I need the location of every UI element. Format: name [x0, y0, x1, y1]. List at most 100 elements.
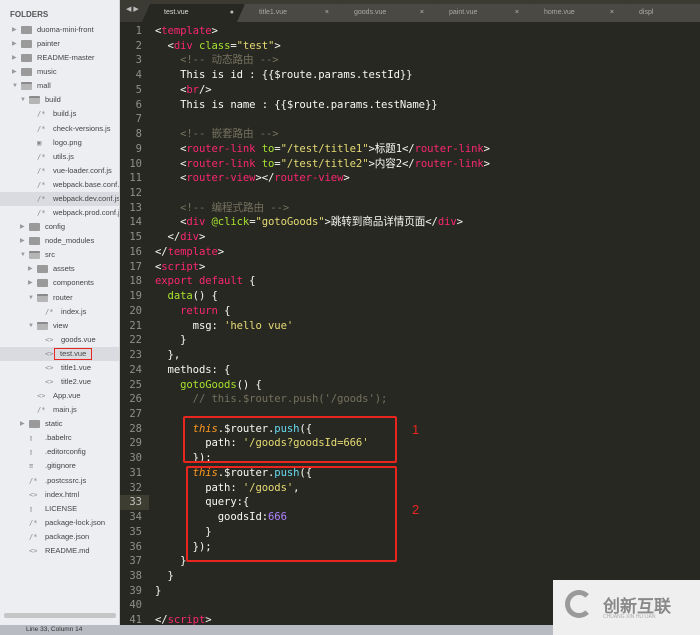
tree-item[interactable]: ▯ .editorconfig [0, 445, 119, 459]
tab-goods-vue[interactable]: goods.vue × [332, 4, 442, 22]
tree-item[interactable]: ▼ build [0, 93, 119, 107]
code-line[interactable]: <div @click="gotoGoods">跳转到商品详情页面</div> [155, 215, 463, 230]
tree-item[interactable]: ▼ view [0, 319, 119, 333]
sidebar-scrollbar[interactable] [4, 613, 116, 618]
code-line[interactable]: }, [155, 348, 181, 363]
tree-item[interactable]: ▶ config [0, 220, 119, 234]
code-line[interactable]: <!-- 嵌套路由 --> [155, 127, 279, 142]
tree-item[interactable]: ▶ painter [0, 37, 119, 51]
close-tab-icon[interactable]: × [515, 4, 519, 22]
code-line[interactable]: </template> [155, 245, 224, 260]
chevron-right-icon[interactable]: ▶ [12, 65, 17, 79]
chevron-right-icon[interactable]: ▶ [12, 51, 17, 65]
tree-item-label: webpack.prod.conf.js [53, 208, 120, 218]
tree-item-label: components [53, 278, 94, 288]
code-line[interactable]: // this.$router.push('/goods'); [155, 392, 388, 407]
code-line[interactable]: } [155, 333, 186, 348]
code-line[interactable]: </div> [155, 230, 206, 245]
code-line[interactable]: <router-link to="/test/title2">内容2</rout… [155, 157, 490, 172]
code-line[interactable]: <router-link to="/test/title1">标题1</rout… [155, 142, 490, 157]
code-line[interactable]: <!-- 动态路由 --> [155, 53, 279, 68]
tree-item[interactable]: ▶ README-master [0, 51, 119, 65]
tree-item[interactable]: <> title2.vue [0, 375, 119, 389]
chevron-right-icon[interactable]: ▶ [20, 220, 25, 234]
tree-item[interactable]: /* vue-loader.conf.js [0, 164, 119, 178]
tree-item[interactable]: /* webpack.prod.conf.js [0, 206, 120, 220]
tree-item[interactable]: /* .postcssrc.js [0, 474, 119, 488]
tree-item[interactable]: /* webpack.base.conf.js [0, 178, 119, 192]
tree-item[interactable]: /* main.js [0, 403, 119, 417]
code-token: () { [236, 378, 262, 391]
tree-item[interactable]: ▶ components [0, 276, 119, 290]
tab-test-vue[interactable]: test.vue ● [142, 4, 252, 22]
chevron-right-icon[interactable]: ▶ [12, 23, 17, 37]
close-tab-icon[interactable]: × [325, 4, 329, 22]
code-token: > [274, 39, 281, 52]
chevron-down-icon[interactable]: ▼ [12, 79, 18, 93]
code-token: msg: [155, 319, 225, 332]
tree-item[interactable]: <> goods.vue [0, 333, 119, 347]
chevron-down-icon[interactable]: ▼ [28, 291, 34, 305]
tab-paint-vue[interactable]: paint.vue × [427, 4, 537, 22]
tree-item[interactable]: /* webpack.dev.conf.js [0, 191, 119, 206]
chevron-down-icon[interactable]: ▼ [20, 248, 26, 262]
close-tab-icon[interactable]: × [420, 4, 424, 22]
code-line[interactable]: msg: 'hello vue' [155, 319, 294, 334]
tab-displ[interactable]: displ× [617, 4, 700, 22]
code-line[interactable]: <template> [155, 24, 218, 39]
tree-item[interactable]: <> README.md [0, 544, 119, 558]
code-line[interactable]: methods: { [155, 363, 231, 378]
tree-item[interactable]: <> title1.vue [0, 361, 119, 375]
tree-item[interactable]: ▼ router [0, 291, 119, 305]
code-line[interactable]: <br/> [155, 83, 212, 98]
tree-item[interactable]: ≡ .gitignore [0, 459, 119, 473]
tree-item[interactable]: <> index.html [0, 488, 119, 502]
tree-item[interactable]: ▶ assets [0, 262, 119, 276]
code-token: to [261, 142, 275, 155]
chevron-right-icon[interactable]: ▶ [28, 262, 33, 276]
tree-item[interactable]: ▶ node_modules [0, 234, 119, 248]
code-line[interactable]: This is id : {{$route.params.testId}} [155, 68, 412, 83]
tree-item[interactable]: ▯ .babelrc [0, 431, 119, 445]
code-line[interactable]: data() { [155, 289, 218, 304]
tree-item[interactable]: /* index.js [0, 305, 119, 319]
tree-item[interactable]: ▯ LICENSE [0, 502, 119, 516]
code-line[interactable]: } [155, 554, 186, 569]
tree-item[interactable]: ▣ logo.png [0, 136, 119, 150]
chevron-down-icon[interactable]: ▼ [20, 93, 26, 107]
code-line[interactable]: gotoGoods() { [155, 378, 262, 393]
tree-item[interactable]: ▼ src [0, 248, 119, 262]
code-line[interactable]: <script> [155, 260, 205, 275]
tree-item[interactable]: <> test.vue [0, 346, 119, 361]
tree-item[interactable]: /* package.json [0, 530, 119, 544]
tree-item[interactable]: /* build.js [0, 107, 119, 121]
code-line[interactable]: <router-view></router-view> [155, 171, 350, 186]
code-line[interactable]: <!-- 编程式路由 --> [155, 201, 289, 216]
chevron-right-icon[interactable]: ▶ [28, 276, 33, 290]
code-token: "gotoGoods" [255, 216, 325, 229]
code-line[interactable]: This is name : {{$route.params.testName}… [155, 98, 438, 113]
tree-item[interactable]: ▶ duoma-mini-front [0, 23, 119, 37]
tree-item[interactable]: /* utils.js [0, 150, 119, 164]
tree-item[interactable]: ▼ mall [0, 79, 119, 93]
tree-item[interactable]: <> App.vue [0, 389, 119, 403]
tab-title1-vue[interactable]: title1.vue × [237, 4, 347, 22]
tab-home-vue[interactable]: home.vue × [522, 4, 632, 22]
chevron-right-icon[interactable]: ▶ [20, 234, 25, 248]
modified-dot-icon[interactable]: ● [230, 4, 234, 22]
chevron-down-icon[interactable]: ▼ [28, 319, 34, 333]
close-tab-icon[interactable]: × [610, 4, 614, 22]
tree-item[interactable]: ▶ static [0, 417, 119, 431]
code-token: div [180, 231, 199, 244]
code-line[interactable]: return { [155, 304, 230, 319]
tree-item[interactable]: /* package-lock.json [0, 516, 119, 530]
code-line[interactable]: export default { [155, 274, 256, 289]
chevron-right-icon[interactable]: ▶ [20, 417, 25, 431]
tree-item[interactable]: ▶ music [0, 65, 119, 79]
tree-item[interactable]: /* check-versions.js [0, 122, 119, 136]
chevron-right-icon[interactable]: ▶ [12, 37, 17, 51]
code-line[interactable]: } [155, 584, 161, 599]
code-line[interactable]: } [155, 569, 174, 584]
code-line[interactable]: <div class="test"> [155, 39, 281, 54]
tab-nav-arrows-icon[interactable]: ◀ ▶ [126, 5, 139, 13]
